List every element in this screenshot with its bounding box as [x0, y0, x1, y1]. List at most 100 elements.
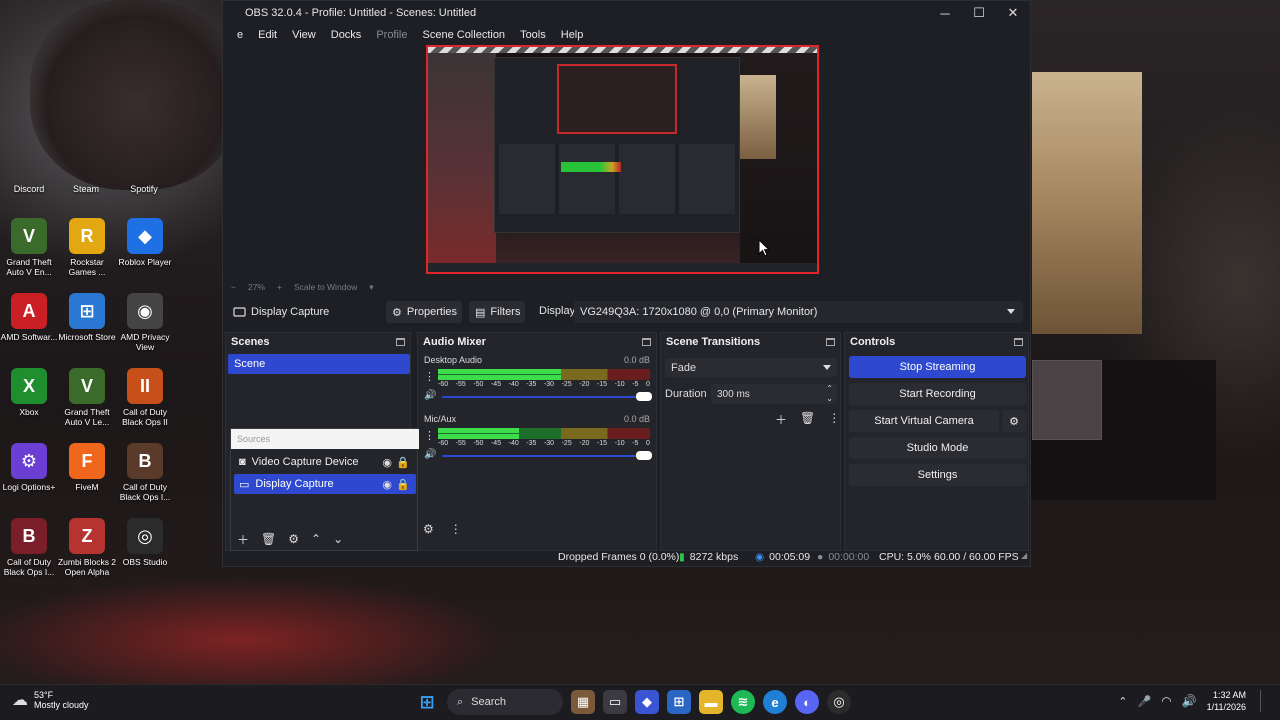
slider-knob[interactable]: [636, 451, 652, 460]
preview-area[interactable]: [223, 45, 1030, 279]
filters-button[interactable]: ▤ Filters: [469, 301, 525, 323]
source-item[interactable]: ◙ Video Capture Device ◉ 🔒: [234, 452, 416, 472]
clock[interactable]: 1:32 AM 1/11/2026: [1207, 689, 1246, 713]
settings-button[interactable]: Settings: [849, 464, 1026, 486]
desktop-shortcut[interactable]: X Xbox: [0, 368, 58, 438]
desktop-shortcut[interactable]: V Grand Theft Auto V En...: [0, 218, 58, 288]
obs-icon[interactable]: ◎: [827, 690, 851, 714]
lock-icon[interactable]: 🔒: [396, 478, 410, 491]
menu-help[interactable]: Help: [561, 29, 584, 41]
scale-mode[interactable]: Scale to Window: [294, 282, 357, 292]
more-icon[interactable]: ⋮: [424, 370, 435, 383]
microphone-icon[interactable]: 🎤: [1137, 695, 1151, 708]
show-desktop-button[interactable]: [1260, 690, 1268, 712]
desktop-shortcut[interactable]: II Call of Duty Black Ops II: [116, 368, 174, 438]
chevron-down-icon[interactable]: ▾: [369, 282, 373, 293]
stop-streaming-button[interactable]: Stop Streaming: [849, 356, 1026, 378]
desktop-label-steam[interactable]: Steam: [57, 184, 115, 194]
undock-icon[interactable]: [826, 338, 835, 346]
desktop-shortcut[interactable]: ⊞ Microsoft Store: [58, 293, 116, 363]
menu-edit[interactable]: Edit: [258, 29, 277, 41]
move-up-icon[interactable]: ⌃: [311, 532, 321, 546]
menu-tools[interactable]: Tools: [520, 29, 546, 41]
desktop-shortcut[interactable]: ⚙ Logi Options+: [0, 443, 58, 513]
menu-profile[interactable]: Profile: [376, 29, 407, 41]
undock-icon[interactable]: [642, 338, 651, 346]
menu-view[interactable]: View: [292, 29, 316, 41]
meter-tick: 0: [645, 440, 650, 447]
stepper-icon[interactable]: ⌃ ⌄: [826, 384, 833, 404]
mixer-settings-icon[interactable]: ⚙: [423, 522, 434, 536]
file-explorer-icon[interactable]: ▬: [699, 690, 723, 714]
volume-slider[interactable]: 🔊: [422, 449, 652, 462]
maximize-button[interactable]: ☐: [962, 1, 996, 25]
more-icon[interactable]: ⋮: [828, 411, 840, 428]
desktop-shortcut[interactable]: A AMD Softwar...: [0, 293, 58, 363]
desktop-label-spotify[interactable]: Spotify: [115, 184, 173, 194]
undock-icon[interactable]: [1014, 338, 1023, 346]
resize-grip-icon[interactable]: ◢: [1021, 551, 1027, 560]
scene-list-item[interactable]: Scene: [228, 354, 410, 374]
preview-floor: [496, 233, 740, 263]
desktop-shortcut[interactable]: B Call of Duty Black Ops I...: [116, 443, 174, 513]
wifi-icon[interactable]: ◠: [1161, 694, 1171, 708]
desktop-shortcut[interactable]: ◆ Roblox Player: [116, 218, 174, 288]
desktop-shortcut[interactable]: Z Zumbi Blocks 2 Open Alpha: [58, 518, 116, 588]
desktop-shortcut[interactable]: F FiveM: [58, 443, 116, 513]
copilot-icon[interactable]: ◆: [635, 690, 659, 714]
chevron-up-icon[interactable]: ⌃: [1118, 695, 1127, 708]
gear-icon[interactable]: ⚙: [288, 532, 299, 546]
desktop-label-discord[interactable]: Discord: [0, 184, 58, 194]
task-view-icon[interactable]: ▭: [603, 690, 627, 714]
display-select[interactable]: VG249Q3A: 1720x1080 @ 0,0 (Primary Monit…: [574, 301, 1023, 323]
desktop-shortcut[interactable]: B Call of Duty Black Ops I...: [0, 518, 58, 588]
more-icon[interactable]: ⋮: [450, 522, 462, 536]
volume-slider[interactable]: 🔊: [422, 390, 652, 403]
studio-mode-button[interactable]: Studio Mode: [849, 437, 1026, 459]
spotify-icon[interactable]: ≋: [731, 690, 755, 714]
eye-icon[interactable]: ◉: [382, 456, 392, 469]
virtual-camera-settings-button[interactable]: ⚙: [1002, 410, 1026, 432]
trash-icon[interactable]: 🗑: [800, 411, 815, 428]
edge-icon[interactable]: e: [763, 690, 787, 714]
desktop-shortcut[interactable]: R Rockstar Games ...: [58, 218, 116, 288]
close-button[interactable]: ✕: [996, 1, 1030, 25]
volume-icon[interactable]: 🔊: [1182, 694, 1197, 708]
move-down-icon[interactable]: ⌄: [333, 532, 343, 546]
menu-docks[interactable]: Docks: [331, 29, 362, 41]
minimize-button[interactable]: ─: [928, 1, 962, 25]
volume-meter: [438, 428, 650, 439]
more-icon[interactable]: ⋮: [424, 429, 435, 442]
menu-scene-collection[interactable]: Scene Collection: [423, 29, 506, 41]
speaker-icon[interactable]: 🔊: [424, 390, 436, 401]
add-icon[interactable]: ＋: [775, 411, 787, 428]
eye-icon[interactable]: ◉: [382, 478, 392, 491]
duration-input[interactable]: 300 ms ⌃ ⌄: [711, 384, 837, 404]
fps-status: 60.00 / 60.00 FPS: [934, 551, 1019, 563]
speaker-icon[interactable]: 🔊: [424, 449, 436, 460]
start-virtual-camera-button[interactable]: Start Virtual Camera: [849, 410, 999, 432]
bitrate-value: 8272 kbps: [689, 551, 739, 563]
title-bar[interactable]: OBS 32.0.4 - Profile: Untitled - Scenes:…: [223, 1, 1030, 25]
store-icon[interactable]: ⊞: [667, 690, 691, 714]
zoom-in-icon[interactable]: +: [277, 282, 282, 292]
desktop-shortcut[interactable]: ◎ OBS Studio: [116, 518, 174, 588]
transition-select[interactable]: Fade: [665, 358, 837, 377]
widgets-icon[interactable]: ▦: [571, 690, 595, 714]
trash-icon[interactable]: 🗑: [261, 532, 276, 546]
taskbar-search[interactable]: ⌕ Search: [447, 689, 563, 715]
properties-button[interactable]: ⚙ Properties: [386, 301, 462, 323]
slider-knob[interactable]: [636, 392, 652, 401]
discord-icon[interactable]: ◐: [795, 690, 819, 714]
windows-start-icon[interactable]: ⊞: [415, 690, 439, 714]
menu-file[interactable]: e: [237, 29, 243, 41]
start-recording-button[interactable]: Start Recording: [849, 383, 1026, 405]
weather-widget[interactable]: ☁ 53°F Mostly cloudy: [12, 690, 89, 710]
zoom-out-icon[interactable]: −: [231, 282, 236, 292]
add-icon[interactable]: ＋: [237, 531, 249, 548]
undock-icon[interactable]: [396, 338, 405, 346]
source-item[interactable]: ▭ Display Capture ◉ 🔒: [234, 474, 416, 494]
desktop-shortcut[interactable]: ◉ AMD Privacy View: [116, 293, 174, 363]
lock-icon[interactable]: 🔒: [396, 456, 410, 469]
desktop-shortcut[interactable]: V Grand Theft Auto V Le...: [58, 368, 116, 438]
